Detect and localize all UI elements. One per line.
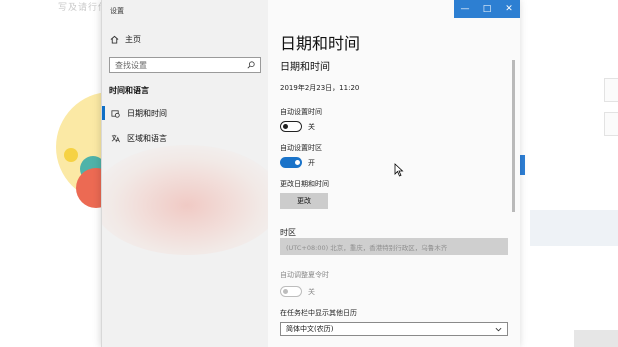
toggle-knob: [295, 160, 300, 165]
auto-timezone-state: 开: [308, 159, 315, 167]
sidebar-item-date-time[interactable]: 日期和时间: [102, 103, 268, 123]
sidebar-item-label: 主页: [125, 35, 141, 44]
background-block: [530, 210, 618, 246]
dst-label: 自动调整夏令时: [280, 271, 329, 279]
home-icon: [110, 35, 119, 44]
main-content: — □ ✕ 日期和时间 日期和时间 2019年2月23日，11:20 自动设置时…: [268, 0, 520, 347]
auto-timezone-label: 自动设置时区: [280, 144, 322, 152]
current-datetime: 2019年2月23日，11:20: [280, 84, 360, 92]
background-field: [604, 78, 618, 102]
background-corner: [574, 330, 618, 347]
chevron-down-icon: [495, 327, 502, 332]
sidebar-item-label: 日期和时间: [127, 108, 167, 118]
scrollbar[interactable]: [512, 60, 515, 212]
background-field: [604, 112, 618, 136]
toggle-knob: [283, 288, 288, 294]
calendar-select-value: 简体中文(农历): [286, 325, 334, 333]
sidebar-blur-overlay: [102, 145, 268, 255]
background-dot: [64, 148, 78, 162]
page-title: 日期和时间: [280, 34, 361, 53]
change-button[interactable]: 更改: [280, 193, 328, 209]
settings-window: 设置 主页 查找设置 时间和语言 日期和时间 区域和语言 — □ ✕ 日期和时间…: [101, 0, 520, 347]
mouse-cursor-icon: [394, 162, 404, 181]
search-placeholder: 查找设置: [115, 60, 147, 70]
toggle-knob: [283, 123, 288, 129]
calendar-select[interactable]: 简体中文(农历): [280, 322, 508, 336]
section-title: 日期和时间: [280, 62, 330, 73]
maximize-button[interactable]: □: [476, 0, 498, 18]
auto-timezone-toggle[interactable]: [280, 157, 302, 168]
sidebar: 设置 主页 查找设置 时间和语言 日期和时间 区域和语言: [102, 0, 268, 347]
sidebar-item-region-language[interactable]: 区域和语言: [102, 128, 268, 148]
search-input[interactable]: 查找设置: [109, 57, 261, 73]
app-title: 设置: [110, 7, 124, 15]
title-bar-controls: — □ ✕: [454, 0, 520, 18]
auto-time-state: 关: [308, 123, 315, 131]
timezone-heading: 时区: [280, 228, 296, 237]
timezone-select[interactable]: (UTC+08:00) 北京，重庆，香港特别行政区，乌鲁木齐: [280, 238, 508, 255]
close-button[interactable]: ✕: [498, 0, 520, 18]
dst-state: 关: [308, 288, 315, 296]
auto-time-label: 自动设置时间: [280, 108, 322, 116]
sidebar-section-label: 时间和语言: [109, 86, 149, 95]
language-icon: [111, 134, 120, 143]
change-datetime-label: 更改日期和时间: [280, 180, 329, 188]
minimize-button[interactable]: —: [454, 0, 476, 18]
dst-toggle[interactable]: [280, 286, 302, 297]
calendar-clock-icon: [111, 109, 120, 118]
sidebar-item-home[interactable]: 主页: [110, 34, 141, 45]
sidebar-item-label: 区域和语言: [127, 133, 167, 143]
search-icon[interactable]: [247, 61, 255, 69]
calendar-label: 在任务栏中显示其他日历: [280, 309, 357, 317]
auto-time-toggle[interactable]: [280, 121, 302, 132]
